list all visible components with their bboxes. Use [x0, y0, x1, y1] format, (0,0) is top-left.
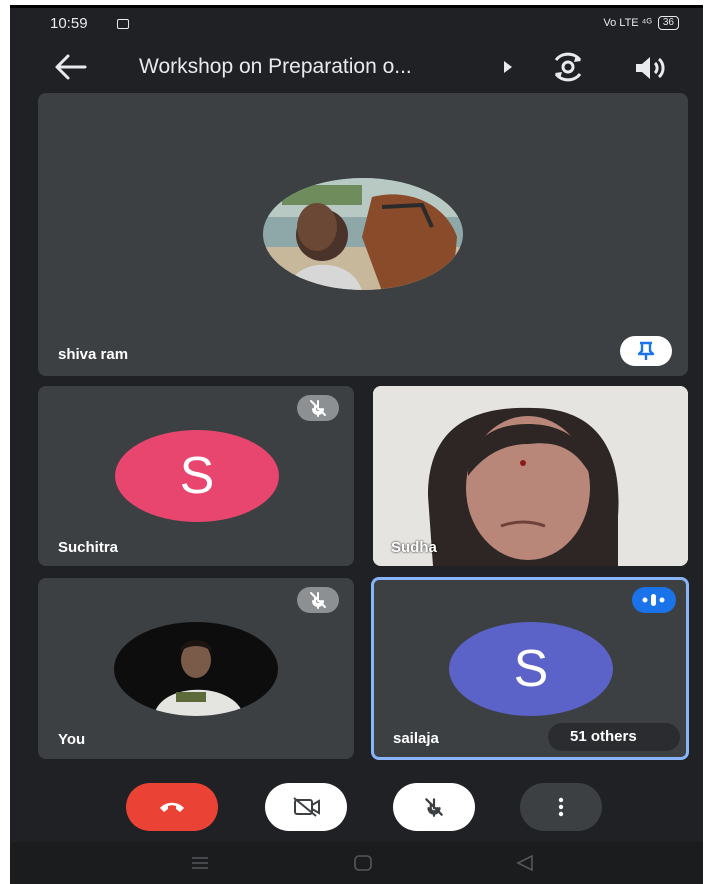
more-vert-icon [558, 797, 564, 817]
pin-button[interactable] [620, 336, 672, 366]
others-count: 51 others [570, 728, 637, 745]
back-arrow-icon[interactable] [54, 53, 88, 81]
participant-tile-sudha[interactable]: Sudha [373, 386, 688, 566]
play-icon[interactable] [504, 61, 512, 73]
meet-call-screen: 10:59 Vo LTE ⁴ᴳ 36 Workshop on Preparati… [10, 5, 703, 884]
mic-off-icon [310, 400, 326, 417]
system-nav-bar [10, 842, 703, 884]
more-options-button[interactable] [520, 783, 602, 831]
camera-notification-icon [117, 19, 129, 29]
status-time: 10:59 [50, 15, 88, 32]
switch-camera-icon[interactable] [550, 51, 586, 83]
mic-off-icon [310, 592, 326, 609]
back-nav-icon[interactable] [515, 854, 535, 872]
signal-indicator: Vo LTE ⁴ᴳ [603, 17, 652, 29]
pin-icon [637, 341, 655, 360]
participant-tile-suchitra[interactable]: S Suchitra [38, 386, 354, 566]
end-call-button[interactable] [126, 783, 218, 831]
status-bar: 10:59 Vo LTE ⁴ᴳ 36 [10, 15, 703, 35]
speaking-icon [642, 594, 665, 606]
speaker-icon[interactable] [633, 53, 667, 83]
participant-name: Suchitra [58, 539, 119, 556]
home-icon[interactable] [353, 854, 373, 872]
meeting-title[interactable]: Workshop on Preparation o... [139, 55, 412, 79]
mic-off-badge [297, 587, 339, 613]
participant-avatar-photo [114, 622, 278, 716]
speaking-indicator [632, 587, 676, 613]
participant-tile-sailaja[interactable]: S sailaja 51 others [371, 577, 689, 760]
top-border [10, 5, 703, 8]
participant-tile-you[interactable]: You [38, 578, 354, 759]
mic-toggle-button[interactable] [393, 783, 475, 831]
participant-avatar-photo [263, 178, 463, 290]
participant-name: Sudha [391, 539, 437, 556]
mic-off-badge [297, 395, 339, 421]
camera-off-icon [293, 797, 320, 817]
main-participant-tile[interactable]: shiva ram [38, 93, 688, 376]
others-chip[interactable]: 51 others [548, 723, 680, 751]
participant-name: shiva ram [58, 346, 129, 363]
participant-avatar: S [449, 622, 613, 716]
participant-name: sailaja [393, 730, 439, 747]
end-call-icon [160, 802, 184, 812]
participant-avatar: S [115, 430, 279, 522]
call-header: Workshop on Preparation o... [10, 49, 703, 87]
mic-off-icon [425, 798, 443, 817]
status-right: Vo LTE ⁴ᴳ 36 [603, 16, 679, 30]
battery-indicator: 36 [657, 16, 679, 30]
recents-icon[interactable] [190, 856, 210, 870]
participant-name: You [58, 731, 86, 748]
camera-toggle-button[interactable] [265, 783, 347, 831]
